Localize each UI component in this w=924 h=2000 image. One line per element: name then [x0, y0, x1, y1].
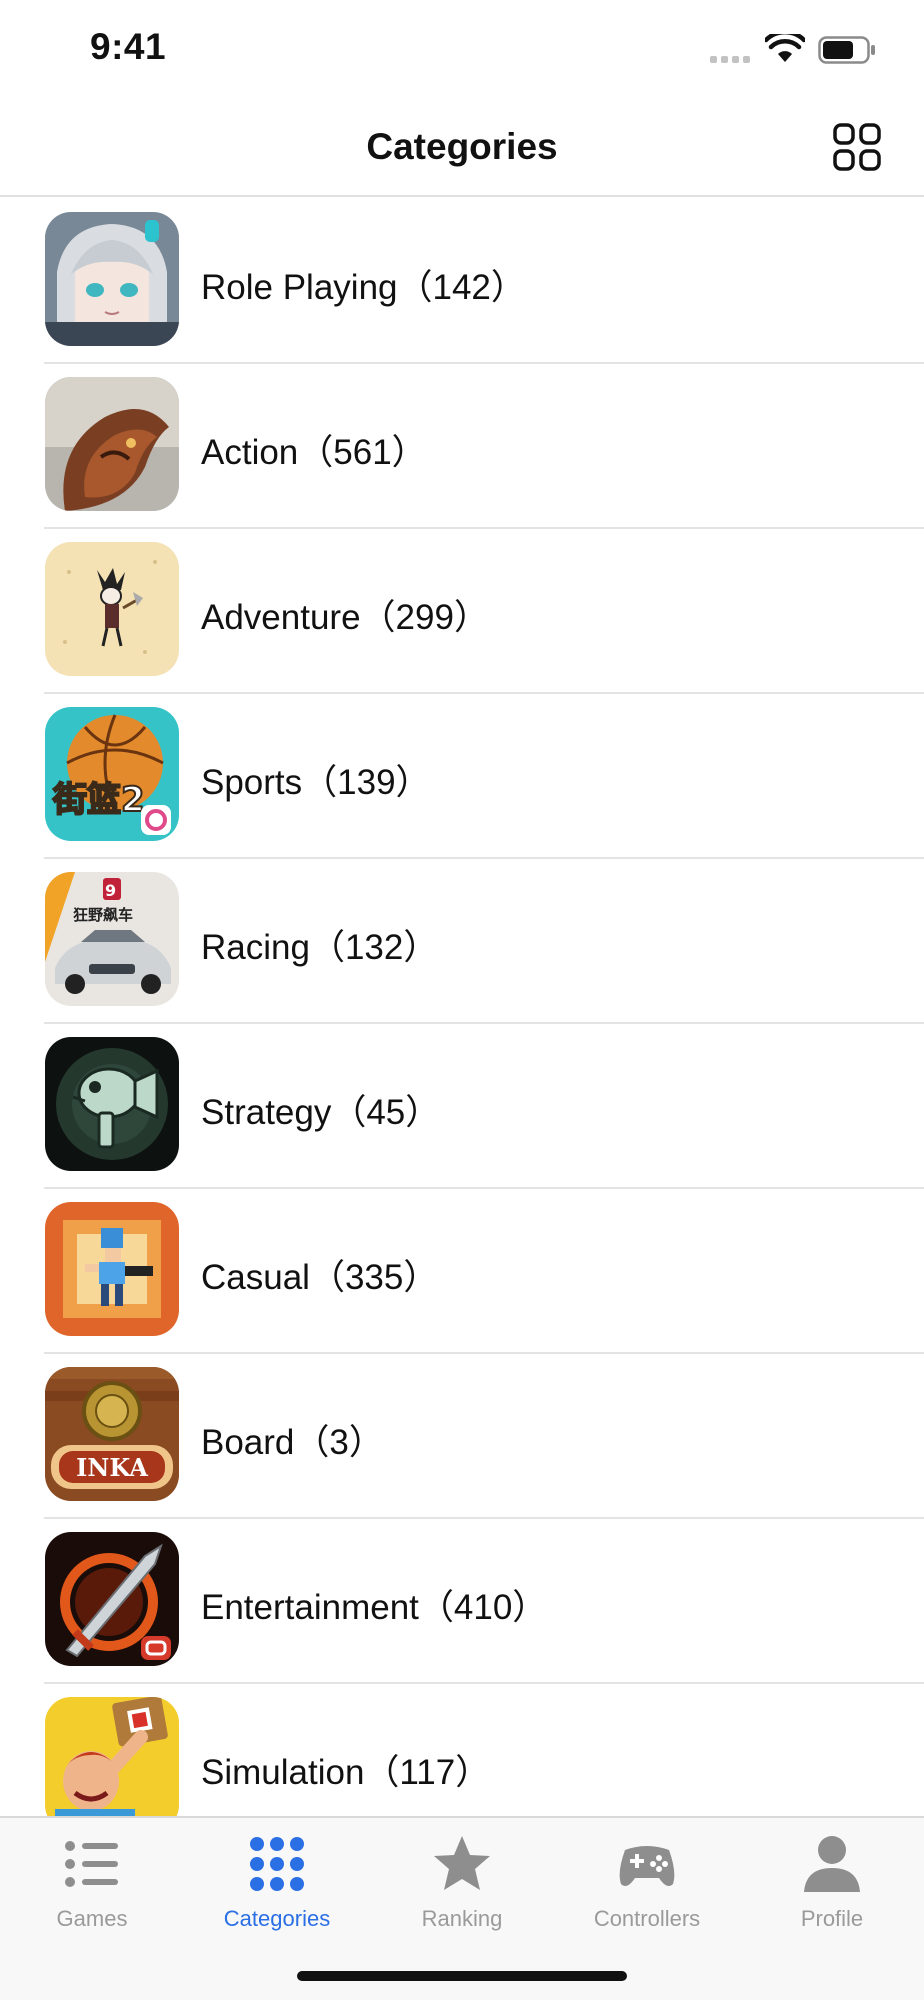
- category-row-simulation[interactable]: Simulation（117）: [0, 1684, 924, 1816]
- entertainment-app-icon: [45, 1532, 179, 1666]
- category-row-entertainment[interactable]: Entertainment（410）: [0, 1519, 924, 1684]
- cellular-signal-icon: [710, 56, 750, 63]
- svg-text:9: 9: [105, 881, 116, 900]
- category-row-strategy[interactable]: Strategy（45）: [0, 1024, 924, 1189]
- category-row-action[interactable]: Action（561）: [0, 364, 924, 529]
- role-playing-app-icon: [45, 212, 179, 346]
- category-row-racing[interactable]: 9 狂野飙车 Racing（132）: [0, 859, 924, 1024]
- list-icon: [65, 1841, 118, 1887]
- tab-label: Controllers: [593, 1906, 701, 1931]
- star-icon: [434, 1836, 490, 1890]
- wifi-icon: [765, 34, 805, 62]
- status-time: 9:41: [90, 26, 167, 67]
- racing-app-icon: 9 狂野飙车: [45, 872, 179, 1006]
- adventure-app-icon: [45, 542, 179, 676]
- casual-app-icon: [45, 1202, 179, 1336]
- tab-label: Ranking: [421, 1906, 503, 1931]
- tab-label: Categories: [223, 1906, 331, 1931]
- simulation-app-icon: [45, 1697, 179, 1816]
- svg-text:INKA: INKA: [76, 1453, 148, 1482]
- category-label: Racing（132）: [201, 928, 439, 967]
- status-bar: 9:41: [0, 0, 924, 100]
- category-label: Strategy（45）: [201, 1093, 441, 1132]
- tab-profile[interactable]: Profile: [740, 1832, 924, 1942]
- tab-ranking[interactable]: Ranking: [370, 1832, 554, 1942]
- strategy-app-icon: [45, 1037, 179, 1171]
- navigation-bar: Categories: [0, 100, 924, 197]
- category-row-board[interactable]: INKA Board（3）: [0, 1354, 924, 1519]
- tab-categories[interactable]: Categories: [185, 1832, 369, 1942]
- tab-controllers[interactable]: Controllers: [555, 1832, 739, 1942]
- category-label: Role Playing（142）: [201, 268, 526, 307]
- category-label: Casual（335）: [201, 1258, 439, 1297]
- svg-text:狂野飙车: 狂野飙车: [73, 906, 133, 924]
- svg-text:街篮2: 街篮2: [52, 780, 145, 820]
- category-label: Adventure（299）: [201, 598, 489, 637]
- dots-grid-icon: [250, 1837, 304, 1891]
- categories-screen: 9:41 Categories Role Playing（142） Action…: [0, 0, 924, 2000]
- page-title: Categories: [366, 126, 558, 167]
- tab-label: Profile: [800, 1906, 864, 1931]
- person-icon: [804, 1836, 860, 1892]
- grid-view-icon[interactable]: [832, 122, 882, 172]
- category-label: Simulation（117）: [201, 1753, 491, 1792]
- home-indicator[interactable]: [297, 1971, 627, 1981]
- action-app-icon: [45, 377, 179, 511]
- tab-games[interactable]: Games: [0, 1832, 184, 1942]
- category-label: Action（561）: [201, 433, 427, 472]
- category-row-casual[interactable]: Casual（335）: [0, 1189, 924, 1354]
- battery-icon: [818, 36, 875, 64]
- sports-app-icon: 街篮2: [45, 707, 179, 841]
- category-row-sports[interactable]: 街篮2 Sports（139）: [0, 694, 924, 859]
- category-label: Sports（139）: [201, 763, 431, 802]
- category-list[interactable]: Role Playing（142） Action（561） Adventure（…: [0, 199, 924, 1816]
- category-row-role-playing[interactable]: Role Playing（142）: [0, 199, 924, 364]
- category-row-adventure[interactable]: Adventure（299）: [0, 529, 924, 694]
- board-app-icon: INKA: [45, 1367, 179, 1501]
- gamepad-icon: [619, 1846, 675, 1886]
- tab-label: Games: [56, 1906, 128, 1931]
- category-label: Board（3）: [201, 1423, 384, 1462]
- category-label: Entertainment（410）: [201, 1588, 548, 1627]
